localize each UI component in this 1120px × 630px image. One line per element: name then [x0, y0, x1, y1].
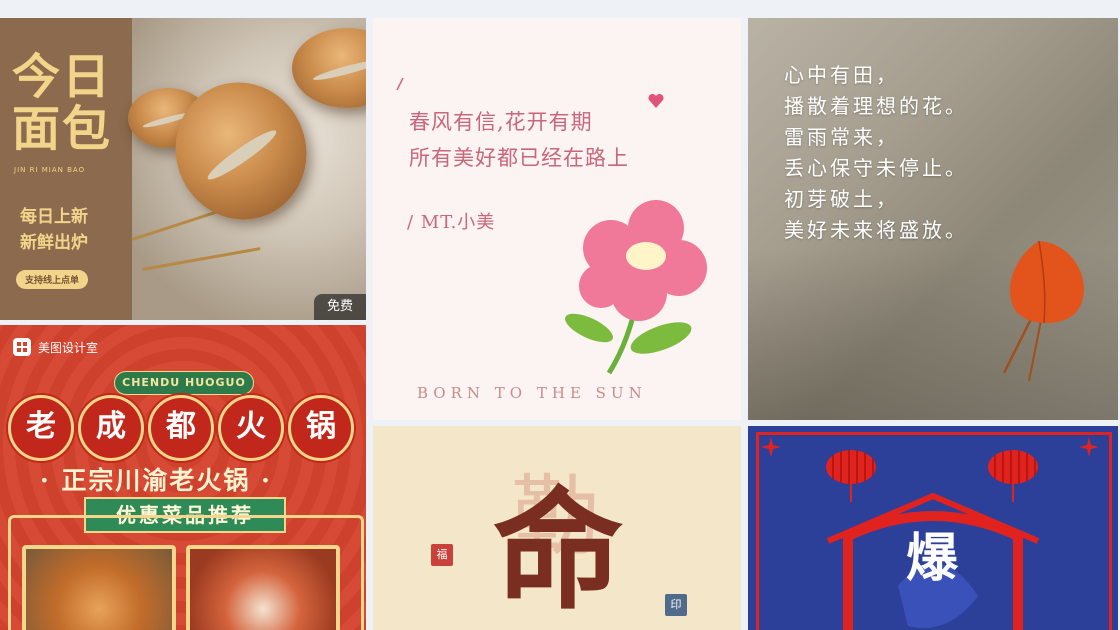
title-coin: 老: [8, 395, 74, 461]
title-coin: 火: [218, 395, 284, 461]
bread-title-line2: 面包: [12, 101, 113, 157]
template-card-hotpot[interactable]: 美图设计室 CHENDU HUOGUO 老 成 都 火 锅 · 正宗川渝老火锅 …: [0, 325, 366, 630]
title-panel: 今日 面包 JIN RI MIAN BAO 每日上新 新鲜出炉 支持线上点单: [0, 18, 132, 320]
red-leaf-illustration: [1002, 240, 1085, 382]
pinyin-ribbon: CHENDU HUOGUO: [114, 371, 254, 395]
flower-illustration: [565, 200, 707, 375]
stone-line-5: 初芽破土，: [784, 187, 899, 211]
poem-signature: / MT.小美: [407, 212, 496, 233]
template-card-cny[interactable]: 爆: [748, 426, 1118, 630]
wheat-stalk: [141, 247, 261, 271]
template-card-poem[interactable]: 春风有信,花开有期 所有美好都已经在路上 / MT.小美 BORN TO THE…: [373, 18, 741, 420]
bread-promo-line1: 每日上新: [20, 207, 88, 227]
brand-logo-icon: [13, 338, 31, 356]
star-icon: [761, 437, 781, 457]
dish-photo-meat: [186, 545, 340, 630]
title-coin: 都: [148, 395, 214, 461]
stone-line-4: 丢心保守未停止。: [784, 156, 968, 180]
star-icon: [1079, 437, 1099, 457]
order-online-pill: 支持线上点单: [16, 270, 89, 289]
poem-line-1: 春风有信,花开有期: [409, 110, 593, 134]
sparkle-icon: [396, 77, 404, 91]
heart-icon: [648, 93, 664, 108]
template-card-calligraphy[interactable]: 勤 命 福 印: [373, 426, 741, 630]
dish-photo-chicken: [22, 545, 176, 630]
stone-line-2: 播散着理想的花。: [784, 94, 968, 118]
bread-loaf: [292, 28, 366, 108]
brand-name: 美图设计室: [38, 341, 99, 355]
stone-line-3: 雷雨常来，: [784, 125, 899, 149]
bread-photo: [128, 18, 366, 320]
template-card-bread[interactable]: 今日 面包 JIN RI MIAN BAO 每日上新 新鲜出炉 支持线上点单 免…: [0, 18, 366, 320]
hotpot-tagline: · 正宗川渝老火锅 ·: [40, 466, 272, 495]
stone-line-1: 心中有田，: [784, 63, 899, 87]
seal-stamp-right: 印: [665, 594, 687, 616]
title-coin: 锅: [288, 395, 354, 461]
poem-footer: BORN TO THE SUN: [417, 384, 647, 402]
title-coin: 成: [78, 395, 144, 461]
free-badge: 免费: [314, 294, 366, 320]
template-card-stone-poem[interactable]: 心中有田， 播散着理想的花。 雷雨常来， 丢心保守未停止。 初芽破土， 美好未来…: [748, 18, 1118, 420]
bread-promo-line2: 新鲜出炉: [20, 233, 88, 253]
main-character: 爆: [906, 528, 959, 589]
main-character: 命: [493, 474, 624, 627]
poem-line-2: 所有美好都已经在路上: [409, 146, 629, 170]
stone-line-6: 美好未来将盛放。: [784, 218, 968, 242]
seal-stamp-left: 福: [431, 544, 453, 566]
bread-pinyin: JIN RI MIAN BAO: [14, 166, 86, 174]
bread-title-line1: 今日: [12, 49, 113, 105]
